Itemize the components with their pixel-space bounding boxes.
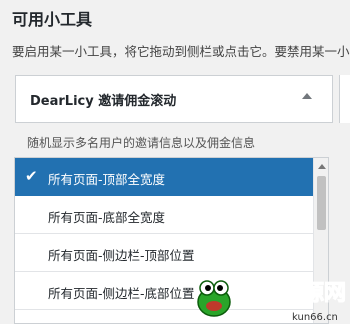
panel-title: 可用小工具 xyxy=(12,10,93,29)
sidebar-option-label: 所有页面-侧边栏-底部位置 xyxy=(48,286,195,301)
sidebar-option[interactable]: ✔ 所有页面-顶部全宽度 xyxy=(15,158,313,196)
sidebar-option[interactable]: 所有页面-底部全宽度 xyxy=(15,196,313,234)
arrow-up-icon[interactable] xyxy=(302,93,312,99)
sidebar-option[interactable]: 所有页面-侧边栏-顶部位置 xyxy=(15,234,313,272)
panel-description: 要启用某一小工具，将它拖动到侧栏或点击它。要禁用某一小 xyxy=(12,44,350,59)
watermark-logo: 娃言资源网 kun66.cn xyxy=(197,280,347,323)
scroll-up-arrow-icon[interactable] xyxy=(318,164,326,169)
scroll-thumb[interactable] xyxy=(317,176,326,230)
watermark-text: 娃言资源网 xyxy=(235,280,346,306)
sidebar-option-label: 所有页面-顶部全宽度 xyxy=(48,172,166,187)
watermark-url: kun66.cn xyxy=(292,312,338,323)
adjacent-widget-edge xyxy=(339,75,350,123)
sidebar-option-label: 所有页面-侧边栏-顶部位置 xyxy=(48,248,195,263)
sidebar-option-label: 所有页面-底部全宽度 xyxy=(48,210,166,225)
widget-header[interactable]: DearLicy 邀请佣金滚动 xyxy=(15,75,333,123)
widget-description: 随机显示多名用户的邀请信息以及佣金信息 xyxy=(27,136,256,150)
widget-title: DearLicy 邀请佣金滚动 xyxy=(30,94,177,109)
checkmark-icon: ✔ xyxy=(25,167,38,185)
